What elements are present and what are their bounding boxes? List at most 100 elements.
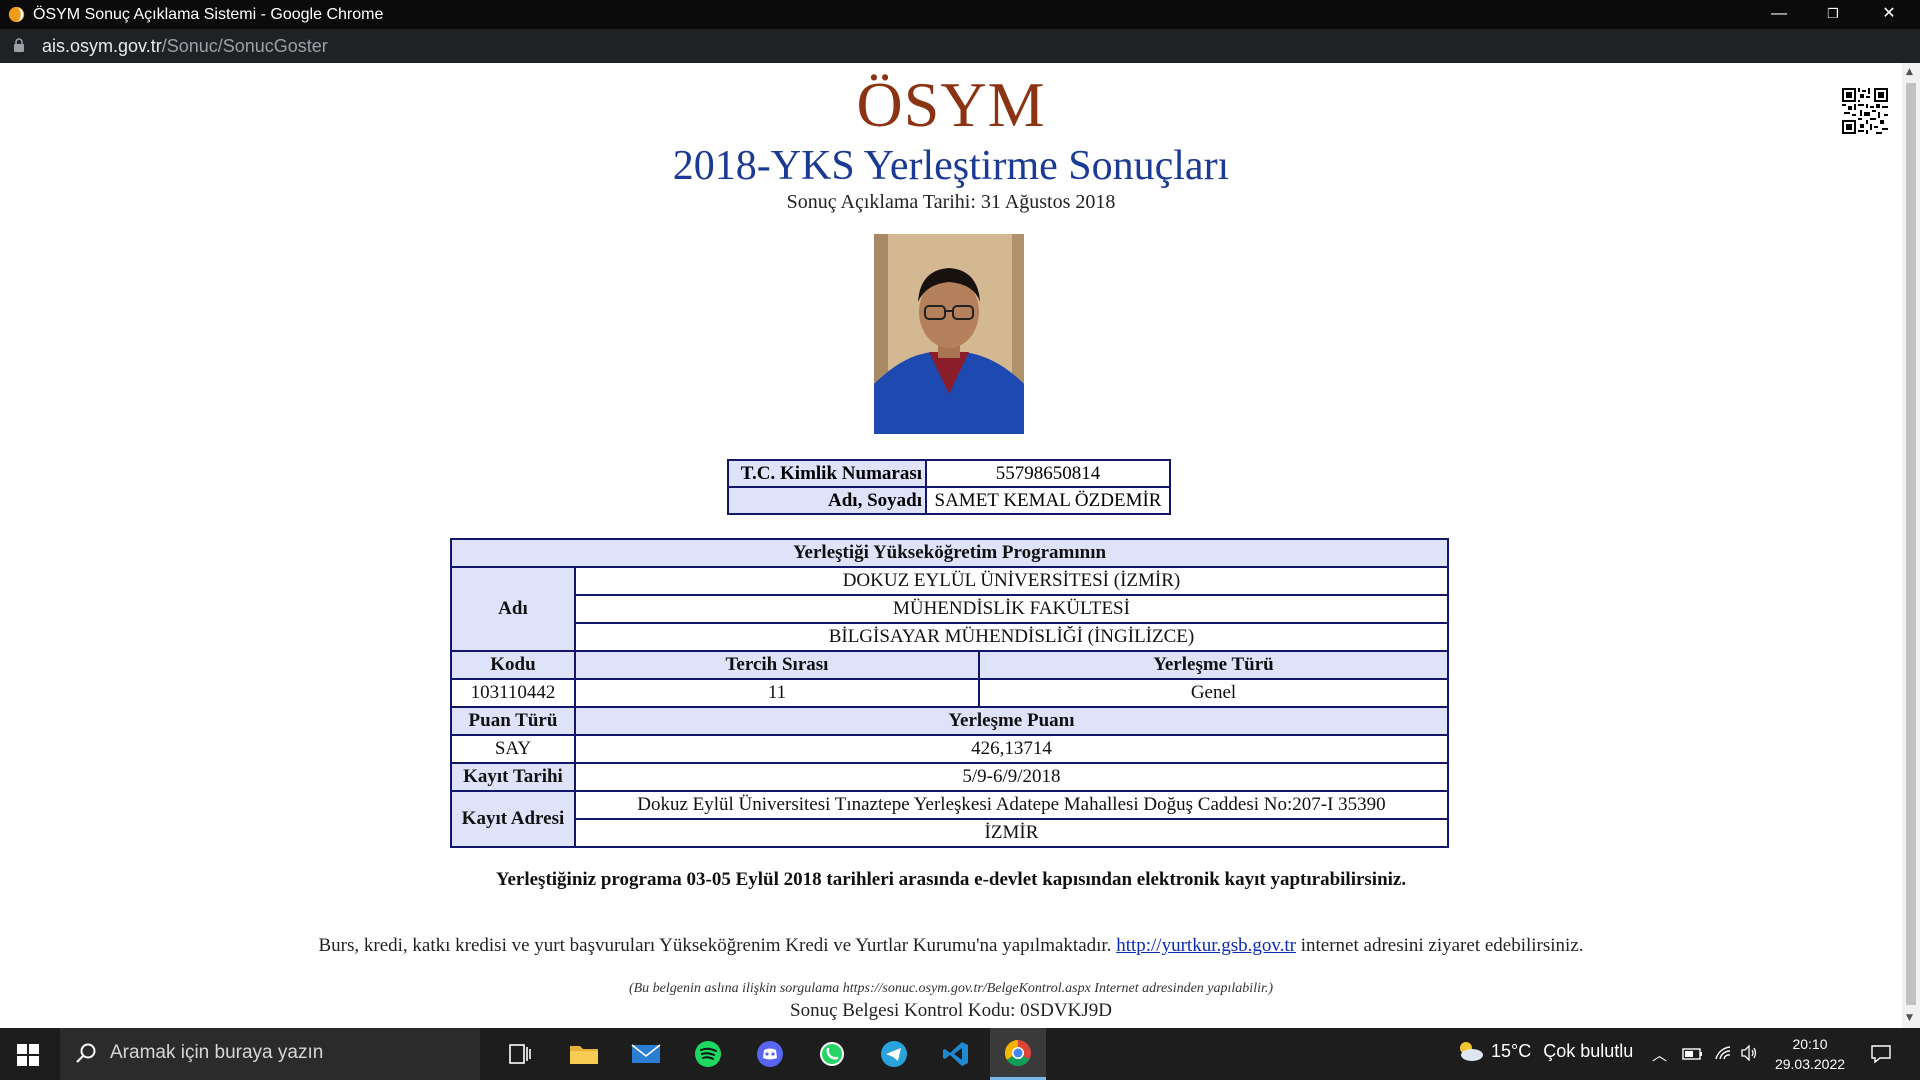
applicant-photo [874, 234, 1024, 434]
department-name: BİLGİSAYAR MÜHENDİSLİĞİ (İNGİLİZCE) [573, 622, 1450, 652]
table-row: Kayıt Adresi Dokuz Eylül Üniversitesi Tı… [450, 790, 1450, 848]
faculty-name: MÜHENDİSLİK FAKÜLTESİ [573, 594, 1450, 624]
clock-time: 20:10 [1792, 1036, 1828, 1052]
url-host: ais.osym.gov.tr [42, 36, 162, 56]
spotify-icon [695, 1041, 721, 1067]
scroll-up-icon[interactable]: ▲ [1906, 67, 1913, 77]
browser-titlebar: ÖSYM Sonuç Açıklama Sistemi - Google Chr… [0, 0, 1920, 29]
table-row: SAY 426,13714 [450, 734, 1450, 764]
task-view-button[interactable] [492, 1028, 548, 1080]
program-table: Yerleştiği Yükseköğretim Programının Adı… [450, 538, 1450, 848]
close-button[interactable]: ✕ [1862, 0, 1916, 29]
program-section-title: Yerleştiği Yükseköğretim Programının [450, 538, 1449, 568]
registration-address-line1: Dokuz Eylül Üniversitesi Tınaztepe Yerle… [573, 790, 1450, 820]
chrome-icon [1004, 1039, 1031, 1066]
wifi-icon[interactable] [1714, 1045, 1732, 1061]
chevron-up-icon[interactable]: ︿ [1652, 1044, 1667, 1065]
placement-type: Genel [978, 678, 1449, 708]
announcement-date: Sonuç Açıklama Tarihi: 31 Ağustos 2018 [786, 191, 1116, 213]
windows-start-icon[interactable] [17, 1044, 39, 1066]
restore-button[interactable]: ❐ [1806, 0, 1860, 29]
tc-label: T.C. Kimlik Numarası [727, 459, 927, 488]
name-value: SAMET KEMAL ÖZDEMİR [925, 486, 1171, 515]
registration-date-label: Kayıt Tarihi [450, 762, 576, 792]
score-type: SAY [450, 734, 576, 764]
discord-icon [757, 1041, 783, 1067]
battery-icon[interactable] [1682, 1047, 1704, 1061]
address-bar[interactable]: ais.osym.gov.tr/Sonuc/SonucGoster [0, 29, 1920, 63]
weather-description: Çok bulutlu [1543, 1041, 1634, 1061]
spotify-button[interactable] [680, 1028, 736, 1080]
taskbar-clock[interactable]: 20:10 29.03.2022 [1760, 1034, 1860, 1074]
registration-notice: Yerleştiğiniz programa 03-05 Eylül 2018 … [495, 869, 1407, 890]
verification-note: (Bu belgenin aslına ilişkin sorgulama ht… [628, 981, 1274, 996]
score-type-label: Puan Türü [450, 706, 576, 736]
task-view-icon [509, 1044, 531, 1064]
page-viewport: ÖSYM 2018-YKS Yerleştirme Sonuçları Sonu… [0, 63, 1902, 1028]
table-row: Yerleştiği Yükseköğretim Programının [450, 538, 1449, 568]
table-row: Kodu Tercih Sırası Yerleşme Türü [450, 650, 1449, 680]
url-text[interactable]: ais.osym.gov.tr/Sonuc/SonucGoster [42, 36, 328, 57]
vscode-icon [943, 1042, 968, 1066]
tc-value: 55798650814 [925, 459, 1171, 488]
preference-order: 11 [573, 678, 981, 708]
telegram-icon [881, 1041, 907, 1067]
table-row: Adı, Soyadı SAMET KEMAL ÖZDEMİR [727, 486, 1171, 515]
table-row: İZMİR [451, 818, 1450, 848]
identity-table: T.C. Kimlik Numarası 55798650814 Adı, So… [727, 459, 1171, 515]
window-title: ÖSYM Sonuç Açıklama Sistemi - Google Chr… [33, 6, 384, 23]
table-row: Puan Türü Yerleşme Puanı [450, 706, 1450, 736]
search-placeholder: Aramak için buraya yazın [110, 1042, 324, 1063]
university-name: DOKUZ EYLÜL ÜNİVERSİTESİ (İZMİR) [573, 566, 1450, 596]
windows-taskbar: Aramak için buraya yazın 15°C Çok bulutl… [0, 1028, 1920, 1080]
table-row: 103110442 11 Genel [450, 678, 1449, 708]
cloudy-weather-icon [1460, 1042, 1483, 1061]
table-row: Adı DOKUZ EYLÜL ÜNİVERSİTESİ (İZMİR) [450, 566, 1450, 652]
notification-icon[interactable] [1870, 1044, 1892, 1064]
qr-code-icon [1842, 88, 1888, 134]
yurtkur-link[interactable]: http://yurtkur.gsb.gov.tr [1116, 935, 1296, 956]
info-line: Burs, kredi, katkı kredisi ve yurt başvu… [0, 935, 1902, 957]
scrollbar-thumb[interactable] [1906, 83, 1916, 1005]
table-row: Kayıt Tarihi 5/9-6/9/2018 [450, 762, 1450, 792]
name-label: Adı, Soyadı [727, 486, 927, 515]
weather-widget[interactable]: 15°C Çok bulutlu [1455, 1041, 1633, 1062]
folder-icon [570, 1046, 598, 1064]
discord-button[interactable] [742, 1028, 798, 1080]
whatsapp-icon [820, 1042, 844, 1066]
lock-icon[interactable] [13, 38, 25, 53]
minimize-button[interactable]: — [1752, 0, 1806, 29]
mail-button[interactable] [618, 1028, 674, 1080]
telegram-button[interactable] [866, 1028, 922, 1080]
scroll-down-icon[interactable]: ▼ [1906, 1013, 1913, 1023]
vertical-scrollbar[interactable]: ▲ ▼ [1902, 63, 1920, 1028]
table-row: BİLGİSAYAR MÜHENDİSLİĞİ (İNGİLİZCE) [451, 622, 1450, 652]
info-text-after: internet adresini ziyaret edebilirsiniz. [1295, 935, 1584, 956]
program-name-label: Adı [450, 566, 576, 652]
registration-date: 5/9-6/9/2018 [573, 762, 1450, 792]
registration-address-label: Kayıt Adresi [450, 790, 576, 848]
placement-type-label: Yerleşme Türü [978, 650, 1449, 680]
page-heading: 2018-YKS Yerleştirme Sonuçları [672, 143, 1230, 189]
mail-icon [631, 1044, 661, 1063]
table-row: T.C. Kimlik Numarası 55798650814 [727, 459, 1171, 488]
info-text-before: Burs, kredi, katkı kredisi ve yurt başvu… [318, 935, 1117, 956]
table-row: MÜHENDİSLİK FAKÜLTESİ [451, 594, 1450, 624]
code-label: Kodu [450, 650, 576, 680]
vscode-button[interactable] [928, 1028, 984, 1080]
taskbar-search-box[interactable]: Aramak için buraya yazın [60, 1028, 480, 1080]
file-explorer-button[interactable] [556, 1028, 612, 1080]
weather-temperature: 15°C [1491, 1041, 1532, 1061]
volume-icon[interactable] [1740, 1045, 1758, 1061]
osym-brand-title: ÖSYM [856, 69, 1046, 140]
score-label: Yerleşme Puanı [573, 706, 1450, 736]
osym-favicon-icon [8, 6, 25, 23]
url-path: /Sonuc/SonucGoster [161, 36, 328, 56]
search-icon [76, 1043, 96, 1063]
whatsapp-button[interactable] [804, 1028, 860, 1080]
placement-score: 426,13714 [573, 734, 1450, 764]
program-code: 103110442 [450, 678, 576, 708]
registration-address-line2: İZMİR [573, 818, 1450, 848]
chrome-button[interactable] [990, 1028, 1046, 1080]
control-code: Sonuç Belgesi Kontrol Kodu: 0SDVKJ9D [790, 1000, 1112, 1021]
